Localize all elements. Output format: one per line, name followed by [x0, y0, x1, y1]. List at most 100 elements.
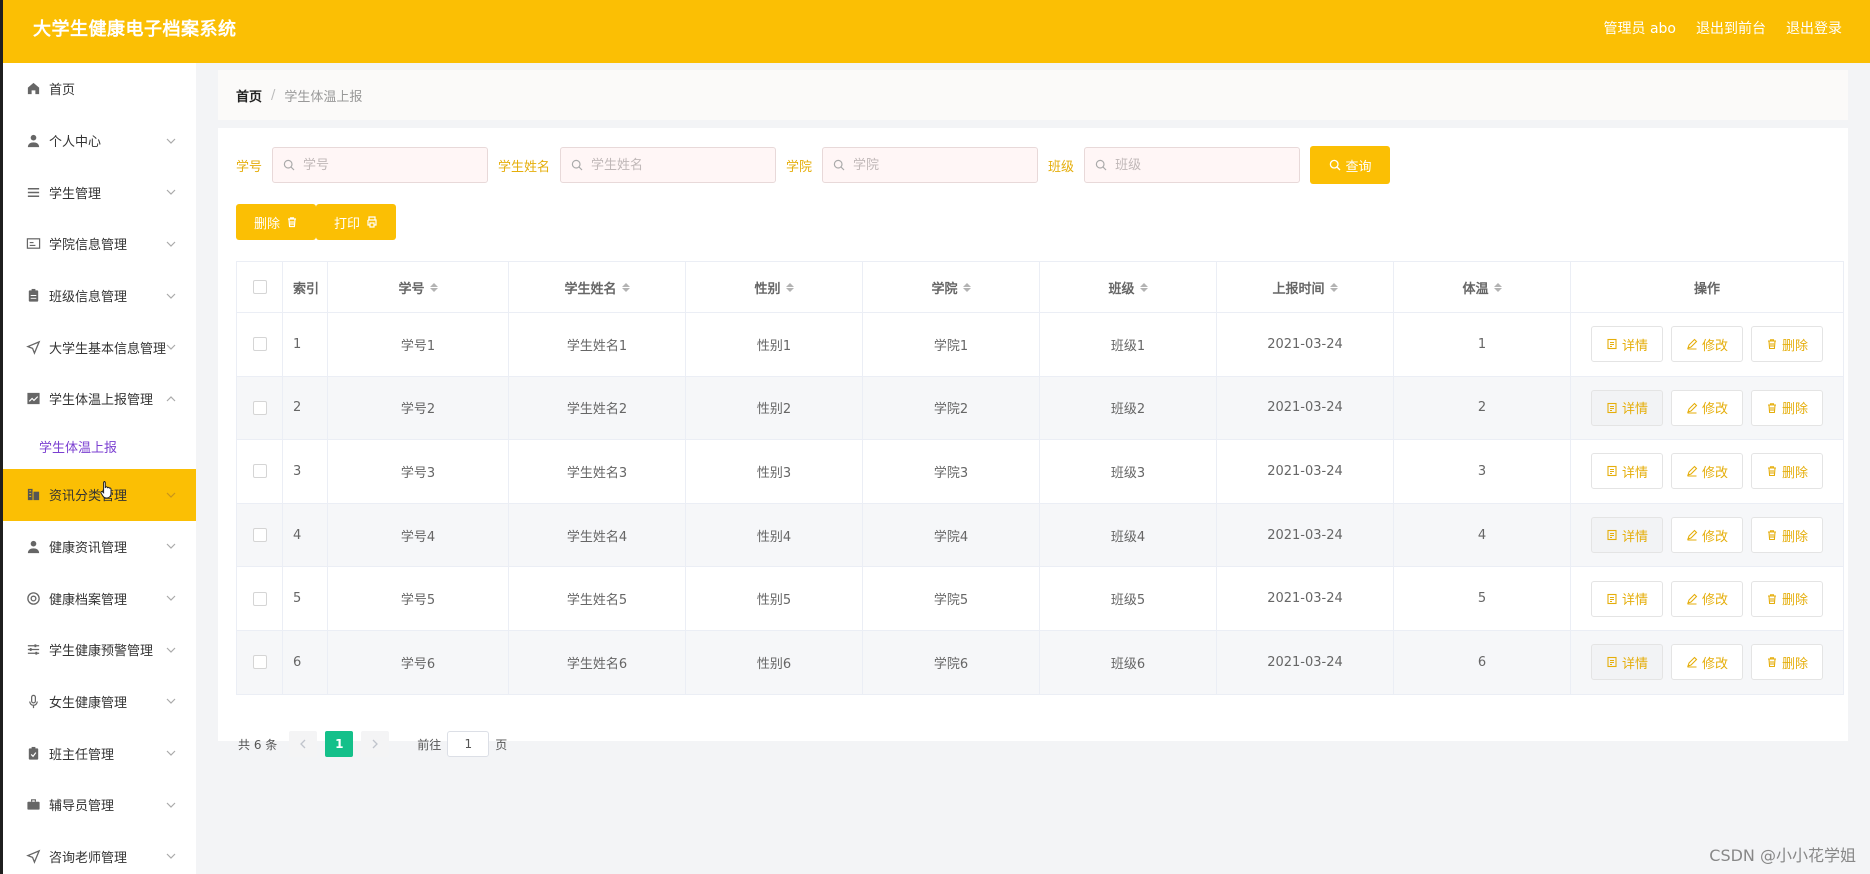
exit-to-frontend-link[interactable]: 退出到前台 — [1696, 18, 1766, 38]
row-checkbox[interactable] — [252, 591, 267, 606]
column-header-label: 性别 — [754, 281, 781, 297]
document-icon — [1607, 530, 1617, 541]
column-header-student-name[interactable]: 学生姓名 — [509, 262, 686, 312]
admin-user-link[interactable]: 管理员 abo — [1604, 18, 1676, 38]
query-button[interactable]: 查询 — [1310, 146, 1391, 184]
sort-caret-icon[interactable] — [621, 282, 630, 292]
sidebar-item-label: 健康资讯管理 — [49, 540, 128, 556]
chevron-left-icon — [300, 739, 306, 749]
column-header-report-time[interactable]: 上报时间 — [1217, 262, 1394, 312]
page-number-button[interactable]: 1 — [325, 731, 354, 757]
sidebar-item-6[interactable]: 学生体温上报管理 — [3, 373, 196, 425]
search-label-student-id: 学号 — [236, 159, 263, 175]
search-icon — [1095, 159, 1107, 171]
sidebar-item-14[interactable]: 咨询老师管理 — [3, 831, 196, 874]
row-checkbox[interactable] — [252, 464, 267, 479]
row-actions-cell: 详情 修改 删除 — [1571, 567, 1843, 630]
row-delete-button[interactable]: 删除 — [1751, 517, 1823, 554]
detail-button[interactable]: 详情 — [1591, 580, 1663, 617]
column-header-student-id[interactable]: 学号 — [328, 262, 509, 312]
edit-button[interactable]: 修改 — [1671, 644, 1743, 681]
cell-gender: 性别4 — [686, 503, 863, 567]
column-header-college[interactable]: 学院 — [863, 262, 1040, 312]
row-delete-button[interactable]: 删除 — [1751, 580, 1823, 617]
sidebar-item-8[interactable]: 健康资讯管理 — [3, 521, 196, 573]
edit-button[interactable]: 修改 — [1671, 453, 1743, 490]
edit-button[interactable]: 修改 — [1671, 517, 1743, 554]
row-delete-button[interactable]: 删除 — [1751, 453, 1823, 490]
sort-caret-icon[interactable] — [1329, 282, 1338, 292]
sidebar-item-13[interactable]: 辅导员管理 — [3, 779, 196, 831]
search-icon — [1329, 159, 1341, 171]
edit-icon — [1687, 593, 1698, 605]
sidebar-item-2[interactable]: 学生管理 — [3, 166, 196, 218]
detail-button[interactable]: 详情 — [1591, 453, 1663, 490]
prev-page-button[interactable] — [289, 731, 318, 757]
search-input-class[interactable] — [1113, 156, 1288, 174]
document-icon — [1607, 339, 1617, 350]
goto-prefix: 前往 — [417, 737, 442, 752]
cell-gender: 性别6 — [686, 630, 863, 694]
row-checkbox[interactable] — [252, 655, 267, 670]
row-checkbox[interactable] — [252, 400, 267, 415]
logout-link[interactable]: 退出登录 — [1786, 18, 1842, 38]
sidebar-subitem-temperature-report[interactable]: 学生体温上报 — [3, 425, 196, 469]
column-header-class[interactable]: 班级 — [1040, 262, 1217, 312]
cell-class: 班级1 — [1040, 313, 1217, 376]
edit-button[interactable]: 修改 — [1671, 580, 1743, 617]
sidebar-item-label: 首页 — [49, 83, 76, 99]
column-header-temperature[interactable]: 体温 — [1394, 262, 1571, 312]
sidebar-item-0[interactable]: 首页 — [3, 63, 196, 115]
sort-caret-icon[interactable] — [1493, 282, 1502, 292]
cell-index: 6 — [283, 630, 328, 694]
search-icon — [571, 159, 583, 171]
print-button[interactable]: 打印 — [316, 204, 396, 240]
detail-button[interactable]: 详情 — [1591, 517, 1663, 554]
row-delete-button[interactable]: 删除 — [1751, 326, 1823, 363]
edit-icon — [1687, 466, 1698, 478]
column-header-gender[interactable]: 性别 — [686, 262, 863, 312]
cell-temperature: 1 — [1394, 313, 1571, 376]
cell-gender: 性别3 — [686, 440, 863, 503]
bulk-delete-button[interactable]: 删除 — [236, 204, 316, 240]
printer-icon — [367, 216, 377, 228]
sort-caret-icon[interactable] — [429, 282, 438, 292]
next-page-button[interactable] — [361, 731, 390, 757]
row-checkbox[interactable] — [252, 337, 267, 352]
search-input-student-name[interactable] — [589, 156, 764, 174]
sort-caret-icon[interactable] — [962, 282, 971, 292]
row-checkbox[interactable] — [252, 528, 267, 543]
edit-button[interactable]: 修改 — [1671, 326, 1743, 363]
goto-page-input[interactable] — [447, 731, 490, 757]
row-delete-button[interactable]: 删除 — [1751, 644, 1823, 681]
clipboard-icon — [25, 288, 41, 304]
sidebar-item-3[interactable]: 学院信息管理 — [3, 218, 196, 270]
table-row: 1 学号1 学生姓名1 性别1 学院1 班级1 2021-03-24 1 详情 修改 删除 — [237, 313, 1843, 377]
detail-button[interactable]: 详情 — [1591, 326, 1663, 363]
sidebar-item-12[interactable]: 班主任管理 — [3, 727, 196, 779]
select-all-checkbox[interactable] — [252, 280, 267, 294]
row-delete-button[interactable]: 删除 — [1751, 389, 1823, 426]
edit-button[interactable]: 修改 — [1671, 389, 1743, 426]
trash-icon — [1767, 466, 1776, 477]
sort-caret-icon[interactable] — [1139, 282, 1148, 292]
chevron-down-icon — [166, 698, 176, 705]
sidebar-item-5[interactable]: 大学生基本信息管理 — [3, 321, 196, 373]
breadcrumb-home[interactable]: 首页 — [236, 86, 262, 105]
sidebar-item-1[interactable]: 个人中心 — [3, 115, 196, 167]
detail-button[interactable]: 详情 — [1591, 389, 1663, 426]
sidebar-item-11[interactable]: 女生健康管理 — [3, 676, 196, 728]
cell-student-id: 学号1 — [328, 313, 509, 376]
sidebar-item-4[interactable]: 班级信息管理 — [3, 270, 196, 322]
sidebar-item-label: 学院信息管理 — [49, 238, 128, 254]
search-input-student-id[interactable] — [301, 156, 476, 174]
search-input-college[interactable] — [851, 156, 1026, 174]
detail-button[interactable]: 详情 — [1591, 644, 1663, 681]
row-actions-cell: 详情 修改 删除 — [1571, 631, 1843, 694]
table-row: 4 学号4 学生姓名4 性别4 学院4 班级4 2021-03-24 4 详情 修改 删除 — [237, 503, 1843, 568]
sidebar-item-label: 辅导员管理 — [49, 799, 115, 815]
sidebar-item-9[interactable]: 健康档案管理 — [3, 572, 196, 624]
sidebar-item-10[interactable]: 学生健康预警管理 — [3, 624, 196, 676]
column-header-index: 索引 — [283, 262, 328, 312]
sort-caret-icon[interactable] — [785, 282, 794, 292]
